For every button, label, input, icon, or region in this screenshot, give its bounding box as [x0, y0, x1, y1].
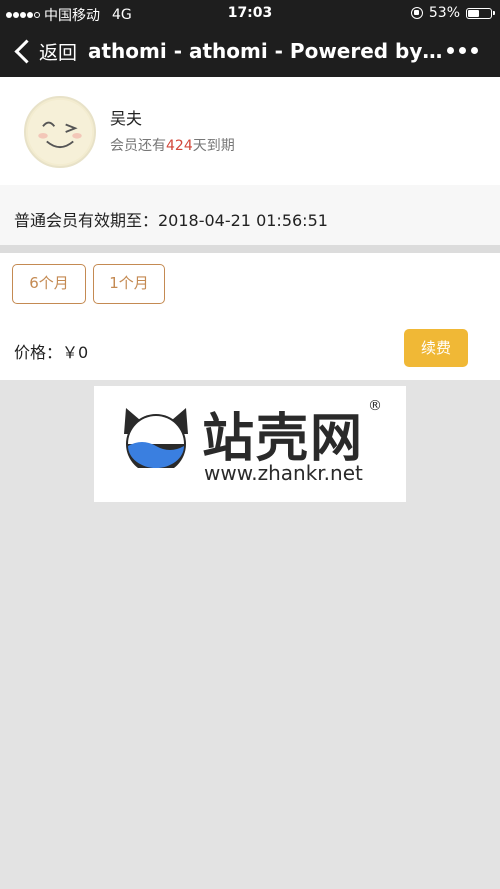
expiry-prefix: 会员还有 — [110, 138, 166, 154]
expiry-days: 424 — [166, 138, 193, 154]
nav-bar: 返回 athomi - athomi - Powered by W... — [0, 27, 500, 77]
page-title: athomi - athomi - Powered by W... — [88, 39, 443, 63]
battery-icon — [466, 7, 495, 19]
price-label: 价格：￥0 — [14, 343, 89, 362]
status-bar-right: 53% — [410, 5, 495, 21]
registered-mark: ® — [368, 398, 382, 414]
winking-face-icon — [27, 99, 93, 165]
section-divider — [0, 245, 500, 253]
more-dot-icon — [459, 47, 466, 54]
battery-percent: 53% — [428, 5, 460, 21]
validity-text: 普通会员有效期至：2018-04-21 01:56:51 — [14, 211, 328, 230]
watermark: 站壳网 ® www.zhankr.net — [94, 386, 406, 502]
chevron-left-icon — [14, 39, 39, 64]
watermark-url: www.zhankr.net — [204, 461, 363, 485]
cat-logo-icon — [124, 408, 188, 468]
status-bar: 中国移动 4G 17:03 53% — [0, 0, 500, 27]
more-dot-icon — [447, 47, 454, 54]
renewal-section: 6个月 1个月 价格：￥0 续费 — [0, 253, 500, 380]
membership-expiry: 会员还有424天到期 — [110, 135, 235, 155]
back-label: 返回 — [39, 42, 78, 64]
renew-button[interactable]: 续费 — [404, 329, 468, 367]
avatar[interactable] — [24, 96, 96, 168]
user-name: 吴夫 — [110, 109, 143, 128]
profile-card: 吴夫 会员还有424天到期 — [0, 77, 500, 185]
watermark-name: 站壳网 — [202, 409, 365, 469]
plan-option-1-month[interactable]: 1个月 — [93, 264, 165, 304]
back-button[interactable]: 返回 — [14, 38, 77, 65]
more-dot-icon — [471, 47, 478, 54]
plan-option-6-months[interactable]: 6个月 — [12, 264, 86, 304]
expiry-suffix: 天到期 — [192, 138, 235, 154]
membership-validity: 普通会员有效期至：2018-04-21 01:56:51 — [0, 185, 500, 245]
more-options-button[interactable] — [447, 47, 478, 54]
rotation-lock-icon — [410, 7, 423, 19]
